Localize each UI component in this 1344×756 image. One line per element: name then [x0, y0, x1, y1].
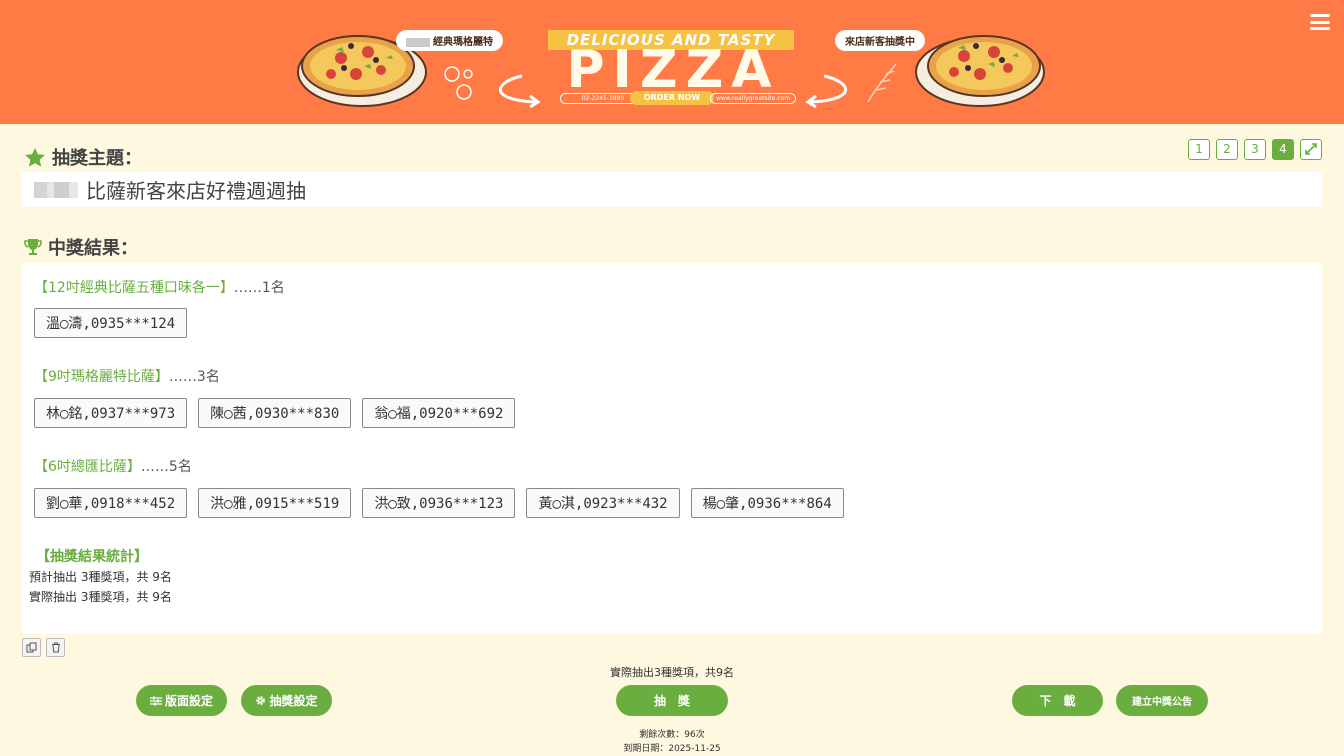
winner-list: 溫◯濤,0935***124	[34, 308, 188, 338]
prize-count: ……3名	[168, 369, 220, 385]
winner-chip: 翁◯福,0920***692	[362, 398, 516, 428]
winner-chip: 劉◯華,0918***452	[34, 488, 188, 518]
draw-summary: 實際抽出3種獎項，共9名	[610, 666, 734, 679]
page-button-2[interactable]: 2	[1216, 139, 1238, 160]
page-button-3[interactable]: 3	[1244, 139, 1266, 160]
remaining-count: 剩餘次數：96次	[639, 730, 705, 740]
page-button-1[interactable]: 1	[1188, 139, 1210, 160]
winner-chip: 楊◯肇,0936***864	[690, 488, 844, 518]
expiry-date: 到期日期：2025-11-25	[623, 744, 721, 754]
prize-count: ……5名	[140, 459, 192, 475]
page-button-4[interactable]: 4	[1272, 139, 1294, 160]
pizza-banner: 經典瑪格麗特 DELICIOUS AND TASTY PIZZA 02-2245…	[0, 0, 1344, 124]
prize-heading: 【6吋總匯比薩】……5名	[34, 456, 192, 476]
gear-icon	[255, 695, 266, 706]
results-heading: 中獎結果：	[24, 234, 138, 260]
banner-right-pill: 來店新客抽獎中	[835, 30, 925, 51]
stats-title: 【抽獎結果統計】	[36, 549, 148, 565]
topic-label: 抽獎主題：	[52, 148, 142, 169]
banner-order-now: ORDER NOW	[630, 91, 714, 105]
create-announcement-button[interactable]: 建立中獎公告	[1116, 685, 1208, 716]
star-icon	[24, 147, 46, 168]
prize-name: 【9吋瑪格麗特比薩】	[34, 369, 169, 385]
prize-heading: 【12吋經典比薩五種口味各一】……1名	[34, 277, 285, 297]
blurred-brand	[406, 37, 430, 47]
banner-website: www.reallygreatsite.com	[710, 93, 796, 104]
winner-list: 林◯銘,0937***973 陳◯茜,0930***830 翁◯福,0920**…	[34, 398, 516, 428]
stats-expected: 預計抽出 3種獎項，共 9名	[29, 570, 172, 584]
trophy-icon	[24, 238, 42, 256]
results-label: 中獎結果：	[48, 238, 138, 259]
winner-chip: 溫◯濤,0935***124	[34, 308, 188, 338]
copy-icon[interactable]	[22, 638, 41, 657]
results-panel: 【12吋經典比薩五種口味各一】……1名 溫◯濤,0935***124 【9吋瑪格…	[22, 263, 1322, 634]
banner-left-pill-text: 經典瑪格麗特	[433, 37, 493, 48]
winner-chip: 黃◯淇,0923***432	[526, 488, 680, 518]
trash-icon[interactable]	[46, 638, 65, 657]
topic-heading: 抽獎主題：	[24, 144, 142, 170]
download-button[interactable]: 下 載	[1012, 685, 1103, 716]
prize-count: ……1名	[233, 280, 285, 296]
winner-chip: 洪◯致,0936***123	[362, 488, 516, 518]
winner-chip: 陳◯茜,0930***830	[198, 398, 352, 428]
pizza-illustration-right	[915, 35, 1045, 107]
fullscreen-icon[interactable]	[1300, 139, 1322, 160]
draw-settings-button[interactable]: 抽獎設定	[241, 685, 332, 716]
blurred-store-name	[34, 181, 78, 198]
sliders-icon	[149, 696, 162, 706]
hamburger-icon[interactable]	[1310, 14, 1330, 30]
page-switcher: 1 2 3 4	[1188, 139, 1322, 160]
result-tools	[22, 638, 65, 657]
banner-left-pill: 經典瑪格麗特	[396, 30, 503, 51]
topic-field: 比薩新客來店好禮週週抽	[22, 172, 1322, 207]
prize-heading: 【9吋瑪格麗特比薩】……3名	[34, 366, 220, 386]
prize-name: 【6吋總匯比薩】	[34, 459, 141, 475]
tomato-doodle-icon	[444, 66, 473, 100]
winner-list: 劉◯華,0918***452 洪◯雅,0915***519 洪◯致,0936**…	[34, 488, 844, 518]
banner-headline: PIZZA	[566, 40, 780, 100]
herb-doodle-icon	[867, 63, 897, 103]
layout-settings-button[interactable]: 版面設定	[136, 685, 227, 716]
stats-actual: 實際抽出 3種獎項，共 9名	[29, 590, 172, 604]
draw-settings-label: 抽獎設定	[269, 694, 318, 708]
prize-name: 【12吋經典比薩五種口味各一】	[34, 280, 234, 296]
draw-button[interactable]: 抽 獎	[616, 685, 728, 716]
winner-chip: 林◯銘,0937***973	[34, 398, 188, 428]
topic-value: 比薩新客來店好禮週週抽	[86, 179, 306, 203]
winner-chip: 洪◯雅,0915***519	[198, 488, 352, 518]
layout-settings-label: 版面設定	[164, 694, 213, 708]
